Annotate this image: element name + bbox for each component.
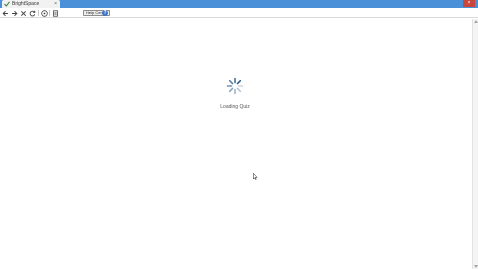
help-question-icon[interactable]: ? (102, 10, 108, 16)
refresh-icon[interactable] (28, 9, 36, 17)
spinner-tick (228, 79, 234, 85)
toolbar-divider (49, 10, 50, 16)
toolbar: Help Center ? (0, 8, 478, 18)
browser-window: BrightSpace × × Help Center ? Loading Qu… (0, 0, 478, 269)
spinner-tick (236, 87, 242, 93)
title-bar: BrightSpace × × (0, 0, 478, 8)
spinner-tick (228, 87, 234, 93)
window-close-button[interactable]: × (463, 0, 475, 7)
tab-title: BrightSpace (12, 1, 40, 7)
back-arrow-icon[interactable] (1, 9, 9, 17)
toolbar-divider (38, 10, 39, 16)
scroll-up-arrow-icon[interactable] (474, 20, 478, 23)
tab-close-icon[interactable]: × (54, 0, 57, 8)
page-content (0, 19, 472, 269)
mouse-cursor-icon (253, 167, 258, 181)
loading-message: Loading Quiz (220, 104, 250, 110)
checkmark-favicon-icon (4, 1, 10, 7)
browser-tab[interactable]: BrightSpace × (2, 0, 60, 8)
spinner-tick (236, 79, 242, 85)
stop-icon[interactable] (19, 9, 27, 17)
home-icon[interactable] (40, 9, 48, 17)
loading-spinner-icon (226, 77, 244, 95)
page-icon[interactable] (51, 9, 59, 17)
forward-arrow-icon[interactable] (10, 9, 18, 17)
vertical-scrollbar[interactable] (472, 19, 478, 269)
scroll-down-arrow-icon[interactable] (474, 265, 478, 268)
